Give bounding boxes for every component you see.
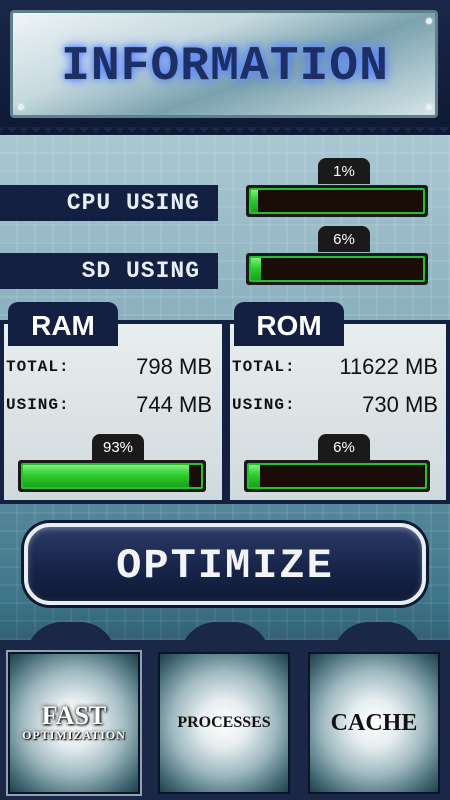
rom-using-value: 730 MB (362, 392, 438, 417)
rom-using-label: USING: (232, 396, 296, 414)
ram-usage-bar (18, 460, 206, 492)
tab-fast-optimization[interactable]: FAST OPTIMIZATION (6, 650, 142, 796)
rivet-icon (18, 18, 24, 24)
page-title: INFORMATION (61, 40, 389, 94)
rom-usage-bar (244, 460, 430, 492)
cpu-percent-badge: 1% (318, 158, 370, 184)
tab-cache-label: CACHE (330, 709, 418, 736)
rom-total-label: TOTAL: (232, 358, 296, 376)
rom-usage-fill (249, 465, 260, 487)
cpu-usage-bar (246, 185, 428, 217)
optimize-button[interactable]: OPTIMIZE (24, 523, 426, 605)
sd-using-label: SD USING (0, 253, 218, 289)
sd-usage-bar (246, 253, 428, 285)
sd-usage-fill (251, 258, 262, 280)
rivet-icon (426, 18, 432, 24)
tab-cache[interactable]: CACHE (308, 652, 440, 794)
sd-percent-badge: 6% (318, 226, 370, 252)
ram-total-label: TOTAL: (6, 358, 70, 376)
cpu-using-label: CPU USING (0, 185, 218, 221)
tab-fast-label: FAST (41, 700, 107, 730)
ram-percent-badge: 93% (92, 434, 144, 460)
ram-title: RAM (8, 302, 118, 346)
header: INFORMATION (0, 0, 450, 135)
rivet-icon (18, 104, 24, 110)
rom-percent-badge: 6% (318, 434, 370, 460)
ram-total-value: 798 MB (136, 354, 212, 379)
tab-fast-sublabel: OPTIMIZATION (22, 727, 126, 742)
rom-total-value: 11622 MB (339, 354, 438, 379)
rivet-icon (426, 104, 432, 110)
ram-using-label: USING: (6, 396, 70, 414)
ram-usage-fill (23, 465, 189, 487)
ram-using-value: 744 MB (136, 392, 212, 417)
header-divider (0, 127, 450, 139)
tab-processes[interactable]: PROCESSES (158, 652, 290, 794)
cpu-usage-fill (251, 190, 258, 212)
rom-title: ROM (234, 302, 344, 346)
tab-processes-label: PROCESSES (177, 714, 271, 731)
